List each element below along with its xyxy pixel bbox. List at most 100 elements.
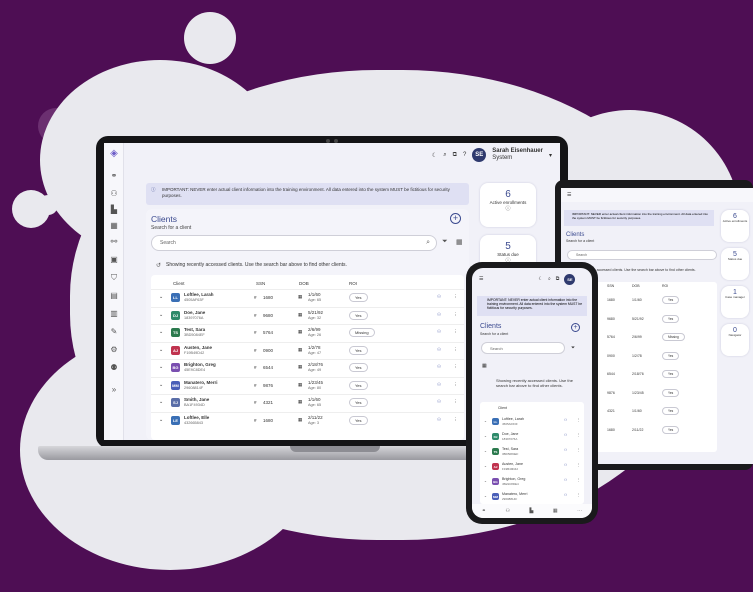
client-name[interactable]: Austen, Jane [502, 462, 523, 466]
tablet-search-input[interactable]: Search [567, 250, 717, 260]
table-row[interactable]: ⌄ LE Loftlee, Elle 432665843 #1680 ▦ 2/11/22 Ag… [151, 411, 464, 428]
more-icon[interactable]: ⋮ [453, 347, 458, 353]
roi-badge[interactable]: Yes [349, 398, 368, 407]
chevron-down-icon[interactable]: ⌄ [159, 364, 163, 370]
hierarchy-icon[interactable]: ⚭ [109, 171, 119, 181]
bar-chart-icon[interactable]: ▥ [109, 309, 119, 319]
hierarchy-icon[interactable]: ⚭ [482, 508, 486, 514]
table-row[interactable]: ⌄ BG Brighton, Greg 45E9C8DE4 #6544 ▦ 2/18/76 A… [151, 359, 464, 375]
chevron-down-icon[interactable]: ⌄ [159, 329, 163, 335]
client-name[interactable]: Test, Sara [502, 447, 518, 451]
group-icon[interactable]: ⚇ [564, 433, 567, 437]
client-name[interactable]: Loftlee, Larah [184, 292, 214, 297]
chevron-down-icon[interactable]: ⌄ [484, 434, 487, 438]
table-row[interactable]: ⌄ TS Test, Sara 3BD5084EF #5764 ▦ 2/6/99 Age: 2… [151, 324, 464, 340]
roi-badge[interactable]: Yes [349, 363, 368, 372]
client-name[interactable]: Brighton, Greg [184, 362, 216, 367]
roi-badge[interactable]: Yes [349, 345, 368, 355]
group-icon[interactable]: ⚇ [564, 493, 567, 497]
table-icon[interactable]: ▦ [482, 363, 487, 369]
client-name[interactable]: Loftlee, Elle [184, 415, 209, 420]
group-icon[interactable]: ⚇ [437, 364, 441, 370]
stat-card[interactable]: 6 Active enrollments [721, 210, 749, 242]
client-name[interactable]: Brighton, Greg [502, 477, 525, 481]
client-name[interactable]: Doe, Jane [184, 310, 205, 315]
client-name[interactable]: Manatero, Merri [502, 492, 527, 496]
dark-mode-icon[interactable]: ☾ [538, 276, 542, 282]
table-row[interactable]: ⌄ LL Loftlee, Larah 4505AF63F ⚇ ⋮ [480, 415, 584, 429]
search-input[interactable]: Search ⌕ [151, 235, 437, 251]
calendar-icon[interactable]: ▦ [109, 221, 119, 231]
group-icon[interactable]: ⚇ [564, 478, 567, 482]
more-icon[interactable]: ⋮ [453, 364, 458, 370]
chevron-down-icon[interactable]: ⌄ [159, 347, 163, 353]
stat-card[interactable]: 0 Navigator [721, 324, 749, 356]
user-info[interactable]: Sarah Eisenhauer System [492, 148, 543, 162]
roi-badge[interactable]: Yes [662, 425, 680, 434]
more-icon[interactable]: ⋮ [577, 463, 581, 467]
chevron-down-icon[interactable]: ⌄ [159, 382, 163, 388]
chart-icon[interactable]: ▙ [109, 205, 119, 215]
group-icon[interactable]: ⚇ [564, 463, 567, 467]
table-row[interactable]: ⌄ BG Brighton, Greg 45E9C8DE4 ⚇ ⋮ [480, 475, 584, 489]
more-icon[interactable]: ⋮ [453, 312, 458, 318]
group-icon[interactable]: ⚇ [564, 448, 567, 452]
chevron-down-icon[interactable]: ⌄ [159, 312, 163, 318]
table-row[interactable]: ⌄ DJ Doe, Jane 18397076A #9680 ▦ 5/21/92 Age: 3… [151, 306, 464, 323]
expand-icon[interactable]: » [109, 385, 119, 395]
roi-badge[interactable]: Yes [662, 351, 680, 360]
more-icon[interactable]: ⋮ [453, 329, 458, 335]
search-icon[interactable]: ⌕ [443, 152, 446, 159]
table-row[interactable]: ⌄ MM Manatero, Merri 29608814F #9876 ▦ 1/23/45… [151, 376, 464, 393]
chevron-down-icon[interactable]: ⌄ [484, 479, 487, 483]
table-row[interactable]: ⌄ AJ Austen, Jane F19B49D42 ⚇ ⋮ [480, 460, 584, 474]
roi-badge[interactable]: Yes [662, 388, 680, 397]
roi-badge[interactable]: Yes [662, 407, 680, 415]
menu-icon[interactable]: ☰ [479, 276, 483, 282]
users-gear-icon[interactable]: ⚉ [109, 363, 119, 373]
stat-card[interactable]: 1 Case manager [721, 286, 749, 318]
table-row[interactable]: ⌄ MM Manatero, Merri 29608814F ⚇ ⋮ [480, 490, 584, 504]
group-icon[interactable]: ⚇ [437, 329, 441, 335]
client-name[interactable]: Loftlee, Larah [502, 417, 524, 421]
chevron-down-icon[interactable]: ⌄ [159, 294, 163, 300]
roi-badge[interactable]: Yes [349, 380, 368, 390]
avatar[interactable]: SE [472, 148, 487, 162]
external-link-icon[interactable]: ⧉ [453, 152, 457, 159]
client-name[interactable]: Austen, Jane [184, 345, 212, 350]
filter-icon[interactable]: ⏷ [571, 345, 575, 351]
more-icon[interactable]: ⋮ [453, 294, 458, 300]
people-icon[interactable]: ⚇ [506, 508, 510, 514]
more-icon[interactable]: ⋮ [577, 418, 581, 422]
stat-card[interactable]: 5 Status due [721, 248, 749, 280]
gear-icon[interactable]: ⚙ [109, 345, 119, 355]
group-icon[interactable]: ⚇ [437, 382, 441, 388]
group-icon[interactable]: ⚇ [564, 418, 567, 422]
shield-icon[interactable]: ⛉ [109, 273, 119, 283]
roi-badge[interactable]: Yes [349, 310, 368, 320]
more-icon[interactable]: ⋮ [453, 399, 458, 405]
group-icon[interactable]: ⚇ [437, 399, 441, 405]
chevron-down-icon[interactable]: ▾ [549, 152, 552, 159]
people-icon[interactable]: ⚇ [109, 189, 119, 199]
roi-badge[interactable]: Yes [349, 415, 368, 425]
add-client-icon[interactable]: + [571, 323, 580, 332]
table-row[interactable]: ⌄ DJ Doe, Jane 18397076A ⚇ ⋮ [480, 430, 584, 444]
chevron-down-icon[interactable]: ⌄ [159, 399, 163, 405]
calendar-icon[interactable]: ▦ [553, 508, 558, 514]
client-name[interactable]: Test, Sara [184, 327, 205, 332]
more-icon[interactable]: ⋮ [453, 417, 458, 423]
chevron-down-icon[interactable]: ⌄ [484, 419, 487, 423]
client-name[interactable]: Doe, Jane [502, 432, 518, 436]
table-row[interactable]: ⌄ SJ Smith, Jane BA1F4934D #4321 ▦ 1/1/60 Age: … [151, 394, 464, 410]
group-icon[interactable]: ⚇ [437, 347, 441, 353]
avatar[interactable]: SE [564, 273, 576, 285]
dark-mode-icon[interactable]: ☾ [432, 152, 437, 159]
roi-badge[interactable]: Yes [662, 296, 680, 304]
table-row[interactable]: ⌄ AJ Austen, Jane F19B49D42 #0900 ▦ 1/2/78 Age:… [151, 341, 464, 358]
calendar-check-icon[interactable]: ▣ [109, 255, 119, 265]
chevron-down-icon[interactable]: ⌄ [484, 449, 487, 453]
more-icon[interactable]: ⋮ [577, 478, 581, 482]
stat-card[interactable]: 6 Active enrollments ⓘ [480, 183, 536, 227]
more-icon[interactable]: ⋮ [453, 382, 458, 388]
